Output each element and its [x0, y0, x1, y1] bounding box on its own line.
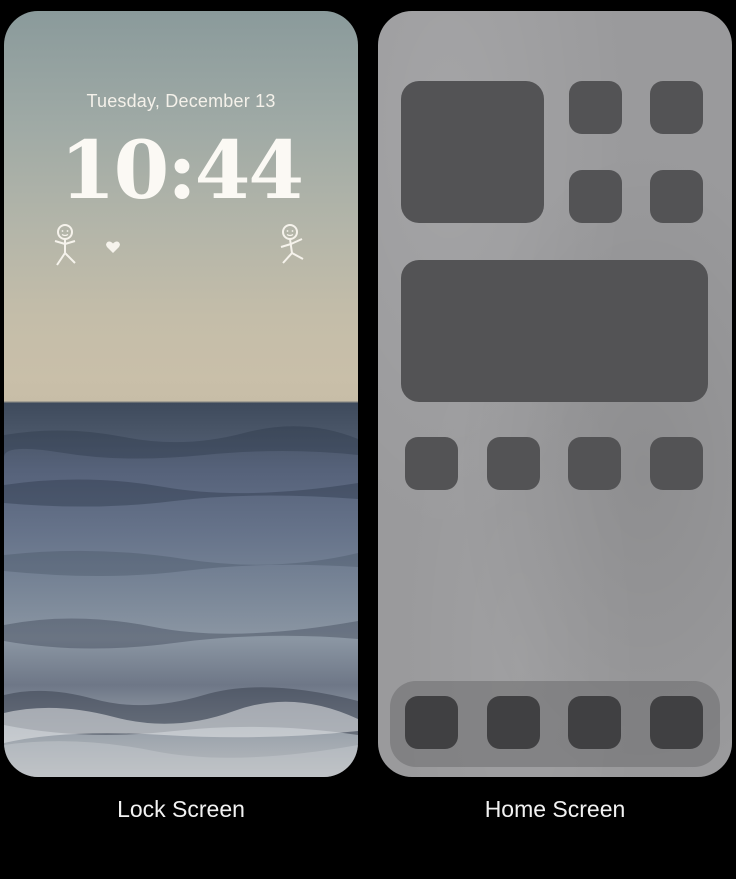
app-icon-placeholder	[405, 437, 458, 490]
lock-time: 10:44	[59, 123, 304, 217]
sea-waves	[4, 426, 358, 777]
app-icon-placeholder	[650, 170, 703, 223]
app-icon-placeholder	[650, 81, 703, 134]
stick-figure-icon[interactable]	[277, 223, 305, 267]
lock-screen-label: Lock Screen	[117, 796, 245, 822]
dock-app-placeholder	[650, 696, 703, 749]
dock-app-placeholder	[568, 696, 621, 749]
wide-widget-placeholder	[401, 260, 708, 402]
lock-date: Tuesday, December 13	[86, 91, 276, 111]
large-widget-placeholder	[401, 81, 544, 223]
wallpaper-preview: Tuesday, December 13 10:44 Lock Screen H…	[0, 0, 736, 879]
dock-app-placeholder	[405, 696, 458, 749]
stick-figure-icon[interactable]	[51, 223, 79, 267]
app-icon-placeholder	[487, 437, 540, 490]
home-screen-preview[interactable]	[378, 11, 732, 777]
heart-icon[interactable]	[105, 240, 121, 254]
app-icon-placeholder	[650, 437, 703, 490]
app-icon-placeholder	[569, 81, 622, 134]
home-screen-label: Home Screen	[484, 796, 626, 822]
dock-app-placeholder	[487, 696, 540, 749]
lock-screen-preview[interactable]: Tuesday, December 13 10:44	[4, 11, 358, 777]
app-icon-placeholder	[569, 170, 622, 223]
app-icon-placeholder	[568, 437, 621, 490]
